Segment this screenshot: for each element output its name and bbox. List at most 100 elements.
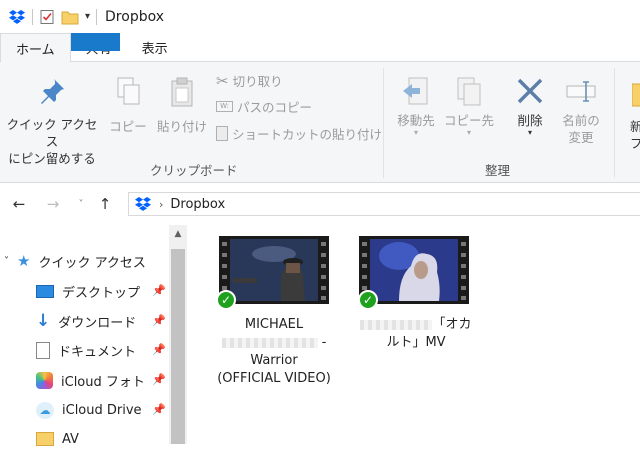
paste-shortcut-icon — [216, 126, 228, 141]
scroll-up-icon[interactable]: ▲ — [169, 229, 187, 239]
file-name-line2: ルト」MV — [386, 335, 446, 350]
breadcrumb-dropbox[interactable]: Dropbox — [170, 197, 225, 212]
file-name-line3: Warrior — [250, 353, 298, 368]
nav-documents-label: ドキュメント — [58, 344, 137, 360]
chevron-down-icon: ▾ — [466, 128, 471, 137]
dropbox-icon — [9, 9, 25, 24]
nav-icloud-drive[interactable]: ☁ iCloud Drive — [36, 398, 142, 422]
move-to-button[interactable]: 移動先 ▾ — [392, 76, 440, 137]
toolbar-separator — [96, 8, 98, 25]
paste-label: 貼り付け — [156, 119, 207, 134]
clipboard-icon — [171, 77, 193, 107]
tab-view[interactable]: 表示 — [127, 33, 183, 61]
download-arrow-icon: ↓ — [36, 311, 51, 331]
file-item[interactable]: ✓ 「オカ ルト」MV — [356, 236, 476, 356]
nav-downloads-label: ダウンロード — [58, 315, 137, 331]
file-item[interactable]: ✓ MICHAEL - Warrior (OFFICIAL VIDEO) — [214, 236, 334, 396]
sync-check-icon: ✓ — [216, 290, 236, 310]
delete-icon — [517, 78, 543, 104]
properties-icon[interactable] — [39, 9, 55, 25]
copy-path-label: パスのコピー — [237, 100, 313, 115]
pin-icon: 📌 — [152, 314, 166, 327]
clipboard-group-label: クリップボード — [150, 163, 238, 178]
file-name-line1: 「オカ — [356, 316, 476, 334]
cut-label: 切り取り — [232, 74, 283, 89]
scroll-thumb[interactable] — [171, 249, 185, 444]
paste-shortcut-button[interactable]: ショートカットの貼り付け — [216, 124, 382, 143]
pin-to-quick-access-button[interactable]: クイック アクセス にピン留めする — [2, 76, 102, 167]
tab-home[interactable]: ホーム — [0, 33, 71, 62]
recent-locations-icon[interactable]: ˅ — [70, 199, 92, 210]
nav-av-label: AV — [62, 431, 79, 447]
rename-button[interactable]: 名前の 変更 — [556, 76, 606, 146]
pin-label-line1: クイック アクセス — [6, 117, 98, 149]
copy-label: コピー — [109, 119, 147, 134]
navigation-pane: ˅ ★ クイック アクセス デスクトップ 📌 ↓ ダウンロード 📌 ドキュメント… — [0, 225, 190, 447]
pin-icon: 📌 — [152, 343, 166, 356]
dropbox-icon — [135, 197, 151, 211]
new-label-line1: 新 — [630, 119, 640, 134]
navigation-bar: ← → ˅ ↑ › Dropbox — [0, 183, 640, 225]
new-label-line2: フォ — [630, 136, 640, 151]
new-folder-button[interactable]: 新 フォ — [626, 76, 640, 152]
up-arrow-icon[interactable]: ↑ — [94, 195, 116, 213]
copy-to-button[interactable]: コピー先 ▾ — [442, 76, 496, 137]
video-thumbnail — [219, 236, 329, 304]
breadcrumb-separator-icon[interactable]: › — [159, 198, 163, 211]
address-bar[interactable]: › Dropbox — [128, 192, 640, 216]
back-arrow-icon[interactable]: ← — [8, 195, 30, 213]
new-folder-icon — [632, 83, 640, 107]
nav-quick-access[interactable]: ˅ ★ クイック アクセス — [4, 249, 146, 273]
copy-to-icon — [457, 77, 481, 106]
rename-icon — [566, 81, 596, 102]
customize-toolbar-icon[interactable]: ▾ — [85, 11, 90, 22]
nav-icloud-drive-label: iCloud Drive — [62, 402, 142, 418]
chevron-down-icon: ▾ — [527, 128, 532, 137]
pin-icon — [41, 79, 64, 104]
organize-group-label: 整理 — [485, 163, 511, 178]
pin-icon: 📌 — [152, 403, 166, 416]
rename-label-line2: 変更 — [568, 130, 594, 145]
group-separator — [383, 68, 384, 178]
toolbar-separator — [32, 8, 33, 25]
nav-icloud-photos[interactable]: iCloud フォト — [36, 368, 145, 392]
delete-label: 削除 — [517, 113, 543, 128]
pin-label-line2: にピン留めする — [8, 151, 96, 166]
file-name-line1: MICHAEL — [244, 317, 304, 332]
nav-av[interactable]: AV — [36, 427, 79, 451]
scissors-icon: ✂ — [216, 71, 229, 90]
pin-icon: 📌 — [152, 373, 166, 386]
expand-chevron-icon[interactable]: ˅ — [4, 256, 9, 267]
icloud-photos-icon — [36, 371, 53, 389]
move-to-icon — [403, 77, 428, 105]
move-to-label: 移動先 — [397, 113, 435, 128]
copy-path-button[interactable]: W: パスのコピー — [216, 97, 312, 116]
nav-downloads[interactable]: ↓ ダウンロード — [36, 309, 136, 333]
forward-arrow-icon[interactable]: → — [42, 195, 64, 213]
redacted-text — [221, 337, 318, 348]
copy-icon — [117, 77, 140, 105]
pin-icon: 📌 — [152, 284, 166, 297]
chevron-down-icon: ▾ — [413, 128, 418, 137]
copy-path-icon: W: — [216, 101, 233, 112]
nav-desktop[interactable]: デスクトップ — [36, 279, 140, 303]
group-separator — [614, 68, 615, 178]
copy-button[interactable]: コピー — [108, 76, 148, 135]
quick-access-toolbar: ▾ — [8, 8, 98, 25]
nav-scrollbar[interactable]: ▲ — [169, 225, 187, 444]
sync-check-icon: ✓ — [358, 290, 378, 310]
paste-shortcut-label: ショートカットの貼り付け — [232, 127, 383, 142]
delete-button[interactable]: 削除 ▾ — [508, 76, 552, 137]
paste-button[interactable]: 貼り付け — [152, 76, 212, 135]
file-name-line4: (OFFICIAL VIDEO) — [217, 371, 331, 386]
rename-label-line1: 名前の — [562, 113, 600, 128]
nav-desktop-label: デスクトップ — [62, 285, 141, 301]
new-folder-icon[interactable] — [61, 9, 79, 25]
copy-to-label: コピー先 — [443, 113, 494, 128]
cut-button[interactable]: ✂ 切り取り — [216, 71, 283, 90]
redacted-text — [360, 319, 433, 330]
star-icon: ★ — [17, 252, 31, 270]
document-icon — [36, 341, 50, 359]
nav-quick-access-label: クイック アクセス — [38, 255, 146, 271]
nav-documents[interactable]: ドキュメント — [36, 338, 136, 362]
